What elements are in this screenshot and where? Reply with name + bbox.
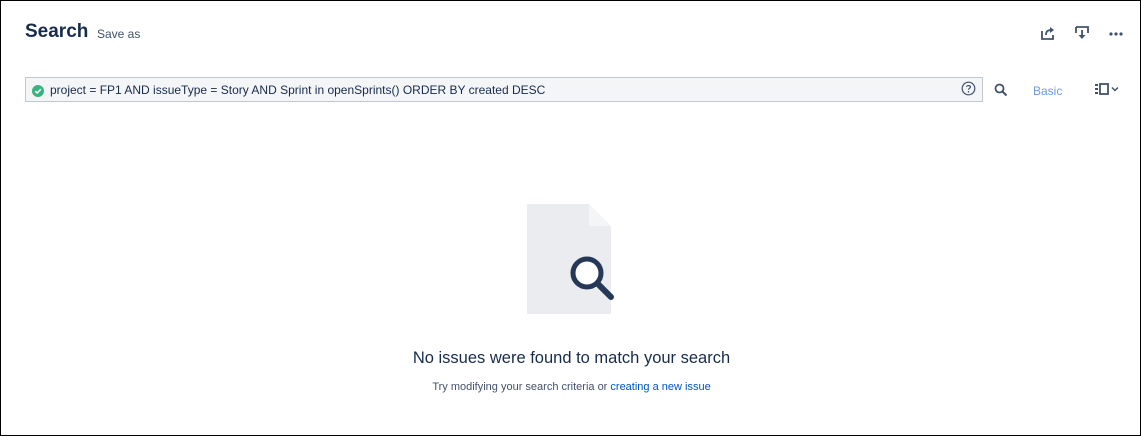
chevron-down-icon [1111, 86, 1119, 92]
more-icon[interactable] [1108, 25, 1124, 41]
help-icon[interactable] [961, 81, 976, 96]
search-icon[interactable] [994, 83, 1008, 97]
document-search-illustration [521, 204, 633, 316]
valid-check-icon [32, 84, 44, 97]
empty-state-subtitle: Try modifying your search criteria or cr… [1, 381, 1141, 393]
empty-state-title: No issues were found to match your searc… [412, 349, 731, 367]
basic-search-link[interactable]: Basic [1033, 84, 1062, 98]
search-page: Search Save as project = FP1 AND issueTy… [0, 0, 1141, 436]
empty-state-subtitle-text: Try modifying your search criteria or [432, 381, 611, 393]
save-as-button[interactable]: Save as [97, 27, 140, 41]
create-new-issue-link[interactable]: creating a new issue [610, 381, 710, 393]
header-actions [1040, 25, 1124, 41]
layout-switcher-icon[interactable] [1095, 83, 1119, 95]
jql-query-text[interactable]: project = FP1 AND issueType = Story AND … [50, 83, 545, 97]
share-icon[interactable] [1040, 25, 1056, 41]
jql-query-input[interactable]: project = FP1 AND issueType = Story AND … [25, 77, 983, 102]
page-title: Search [25, 21, 89, 42]
export-icon[interactable] [1074, 25, 1090, 41]
